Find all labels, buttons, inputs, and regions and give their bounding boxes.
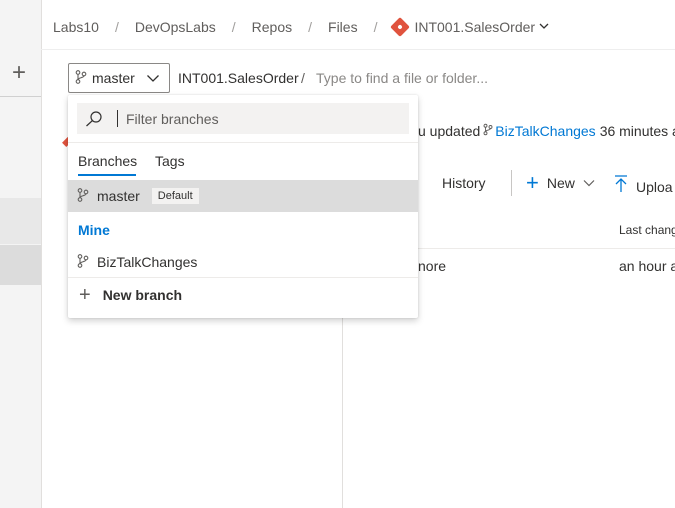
path-repo-name[interactable]: INT001.SalesOrder [178, 70, 299, 86]
repo-selector[interactable]: INT001.SalesOrder [390, 17, 549, 37]
breadcrumb-separator: / [373, 19, 378, 35]
repo-name: INT001.SalesOrder [414, 19, 536, 35]
file-search-input[interactable] [316, 68, 656, 88]
branch-icon [75, 69, 87, 87]
breadcrumb-repos[interactable]: Repos [252, 19, 292, 35]
new-label: New [546, 175, 575, 191]
commit-branch-link[interactable]: BizTalkChanges [495, 123, 595, 139]
branch-item-biztalkchanges[interactable]: BizTalkChanges [68, 247, 418, 277]
rail-item-selected[interactable] [0, 245, 41, 285]
plus-icon: + [526, 170, 539, 195]
branch-filter-input[interactable] [126, 109, 396, 129]
chevron-down-icon [146, 71, 160, 88]
section-header-mine: Mine [78, 222, 110, 238]
toolbar-divider [511, 170, 512, 196]
upload-label: Uploa [636, 178, 673, 195]
branch-icon [483, 123, 493, 139]
branch-icon [77, 187, 89, 205]
left-rail: + [0, 0, 42, 508]
branch-icon [77, 253, 89, 271]
breadcrumb: Labs10 / DevOpsLabs / Repos / Files / IN… [53, 17, 549, 37]
last-commit-message: u updated BizTalkChanges 36 minutes ag [418, 123, 675, 139]
plus-icon: + [79, 284, 91, 306]
new-branch-button[interactable]: + New branch [68, 281, 418, 309]
table-cell: an hour a [619, 258, 675, 274]
upload-icon [614, 175, 628, 198]
commit-text: u updated [418, 123, 481, 139]
header-divider [41, 49, 675, 50]
default-badge: Default [151, 188, 199, 204]
branch-name: master [97, 188, 140, 204]
breadcrumb-files[interactable]: Files [328, 19, 358, 35]
breadcrumb-project[interactable]: DevOpsLabs [135, 19, 216, 35]
text-caret [117, 110, 118, 127]
column-header-last-change[interactable]: Last chang [619, 223, 675, 237]
search-icon [85, 111, 103, 130]
branch-selector-button[interactable]: master [68, 63, 170, 93]
path-separator: / [301, 70, 305, 86]
dropdown-divider [68, 142, 418, 143]
git-repo-icon [390, 17, 411, 37]
branch-selector-label: master [92, 70, 135, 86]
new-branch-label: New branch [102, 287, 183, 303]
chevron-down-icon [539, 21, 549, 34]
rail-divider [0, 96, 41, 97]
breadcrumb-org[interactable]: Labs10 [53, 19, 99, 35]
breadcrumb-separator: / [308, 19, 313, 35]
breadcrumb-separator: / [231, 19, 236, 35]
dropdown-divider [68, 277, 418, 278]
branch-dropdown: Branches Tags master Default Mine BizTal… [68, 95, 418, 318]
history-label: History [442, 175, 486, 191]
chevron-down-icon [583, 175, 595, 191]
branch-item-master[interactable]: master Default [68, 180, 418, 212]
new-button[interactable]: + New [526, 170, 595, 195]
commit-time: 36 minutes ag [599, 123, 675, 139]
tab-tags[interactable]: Tags [155, 153, 185, 169]
rail-item[interactable] [0, 198, 41, 244]
active-tab-indicator [78, 174, 136, 176]
history-button[interactable]: History [442, 175, 486, 191]
branch-name: BizTalkChanges [97, 254, 198, 270]
branch-filter[interactable] [77, 103, 409, 134]
tab-branches[interactable]: Branches [78, 153, 137, 169]
upload-button[interactable]: Uploa [614, 175, 673, 198]
breadcrumb-separator: / [114, 19, 119, 35]
table-cell: nore [418, 258, 447, 274]
add-icon[interactable]: + [8, 61, 30, 85]
